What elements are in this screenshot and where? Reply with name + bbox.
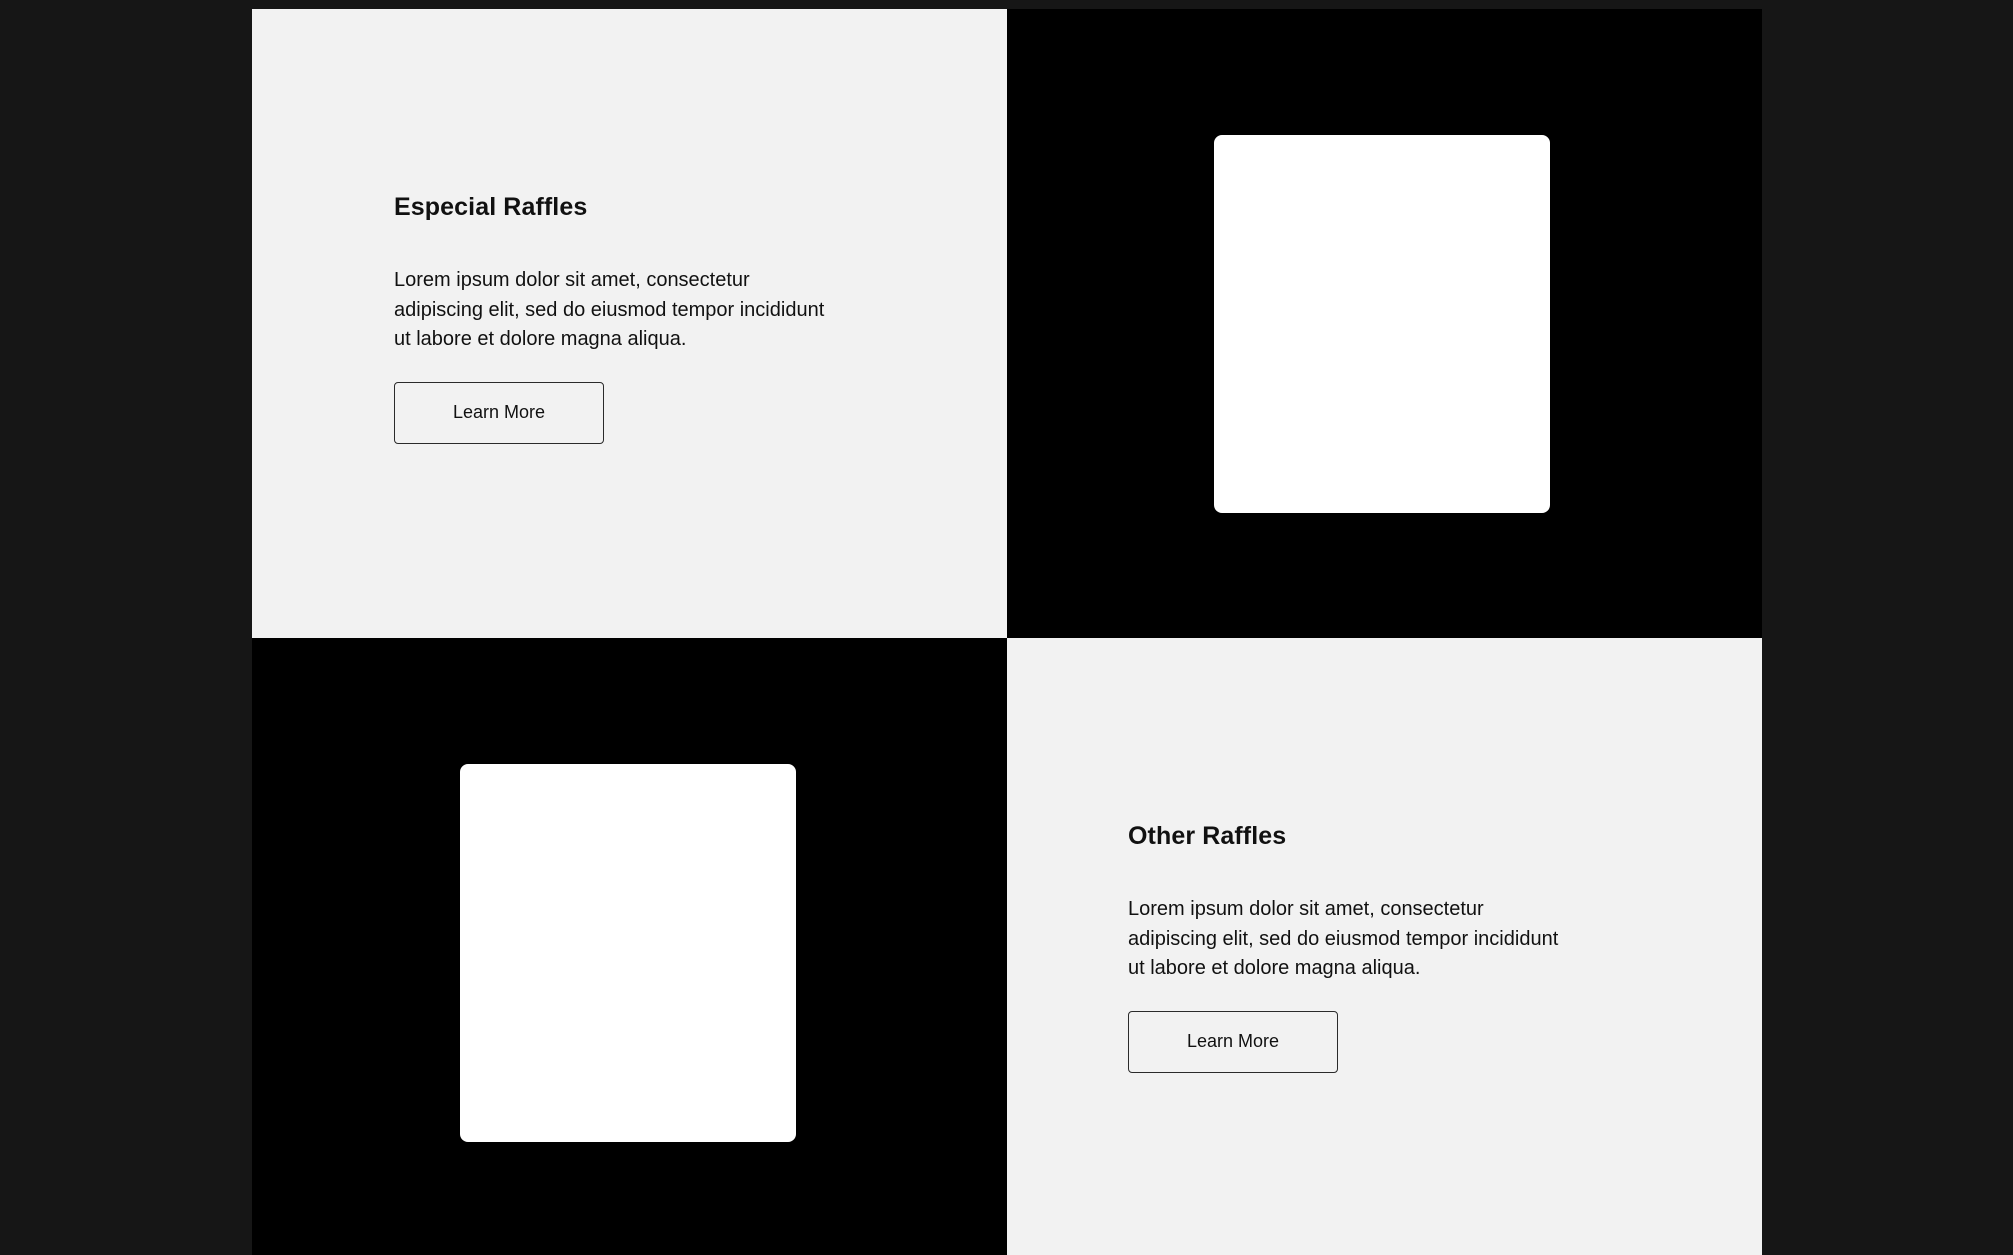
especial-raffles-description: Lorem ipsum dolor sit amet, consectetur … (394, 269, 825, 350)
especial-raffles-learn-more-button[interactable]: Learn More (394, 381, 604, 444)
other-raffles-description: Lorem ipsum dolor sit amet, consectetur … (1128, 898, 1559, 979)
especial-raffles-title: Especial Raffles (394, 193, 588, 221)
especial-raffles-image-placeholder (1214, 135, 1550, 513)
other-raffles-image-placeholder (460, 764, 796, 1142)
other-raffles-image-panel (252, 638, 1007, 1255)
raffles-grid: Especial Raffles Lorem ipsum dolor sit a… (252, 9, 1762, 1255)
especial-raffles-content: Especial Raffles Lorem ipsum dolor sit a… (394, 193, 834, 444)
other-raffles-content: Other Raffles Lorem ipsum dolor sit amet… (1128, 822, 1568, 1073)
other-raffles-learn-more-button[interactable]: Learn More (1128, 1010, 1338, 1073)
other-raffles-panel: Other Raffles Lorem ipsum dolor sit amet… (1007, 638, 1762, 1255)
other-raffles-title: Other Raffles (1128, 822, 1287, 850)
especial-raffles-image-panel (1007, 9, 1762, 638)
especial-raffles-panel: Especial Raffles Lorem ipsum dolor sit a… (252, 9, 1007, 638)
